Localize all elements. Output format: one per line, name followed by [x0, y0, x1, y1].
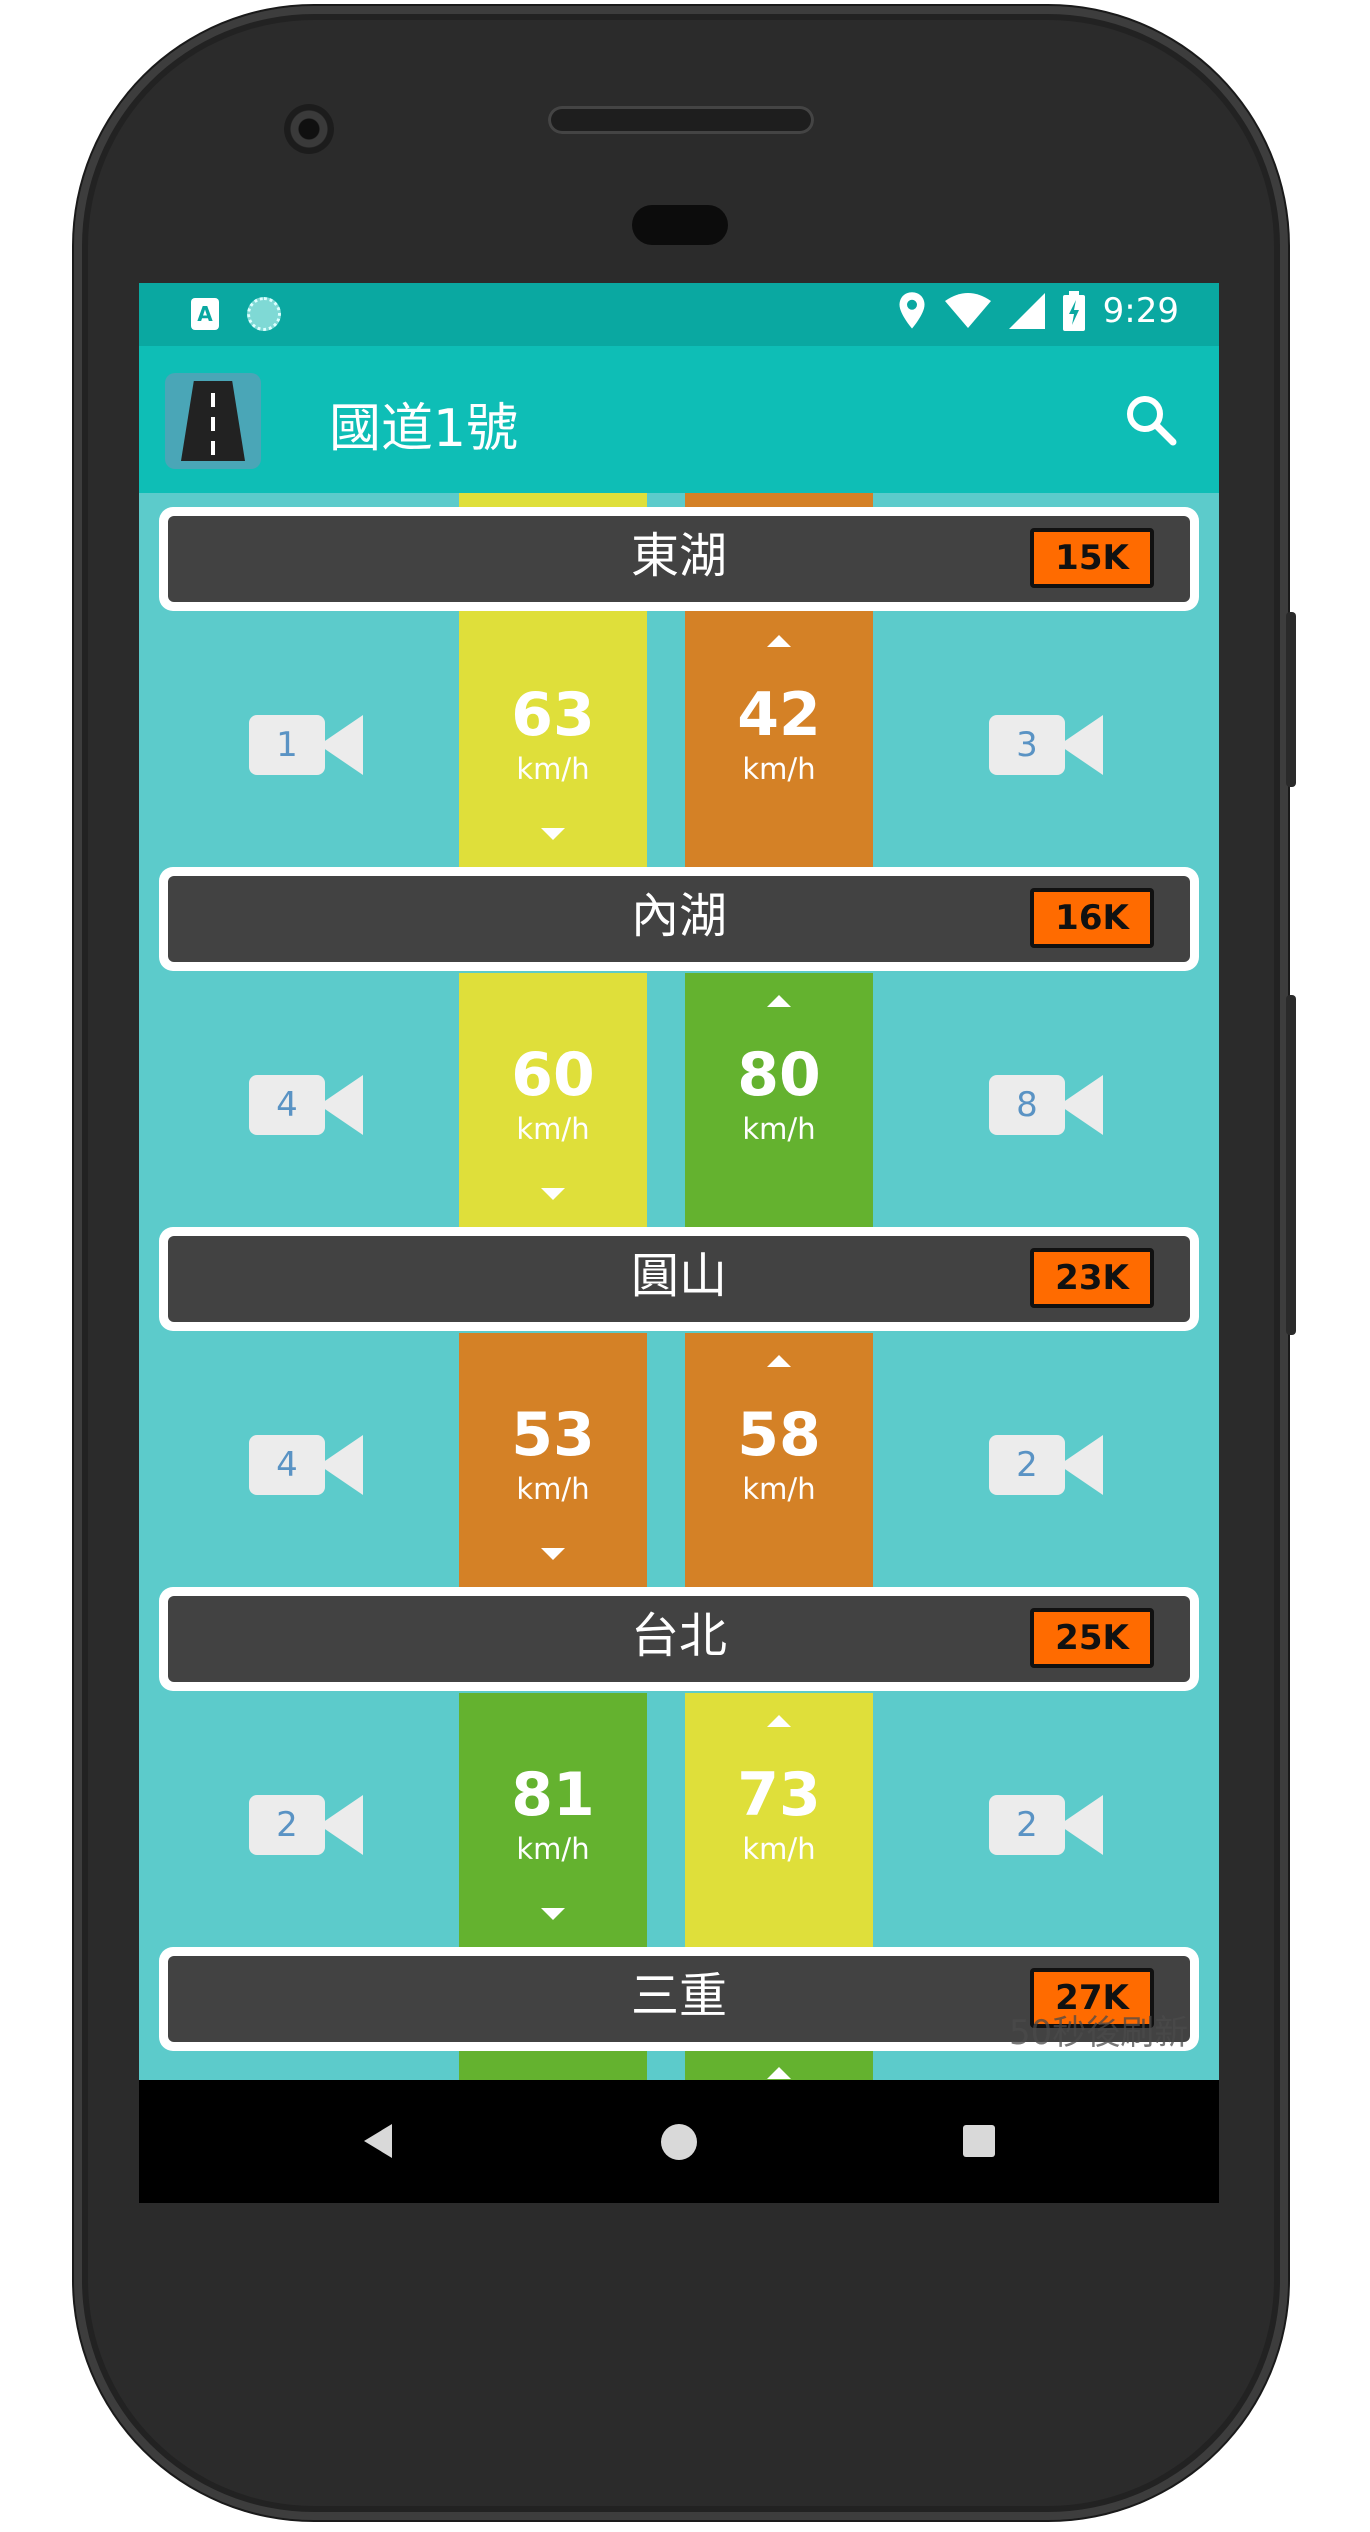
sync-icon — [247, 297, 281, 331]
speed-unit: km/h — [742, 1472, 816, 1506]
speed-value: 63 — [511, 680, 595, 750]
northbound-arrow — [767, 1715, 791, 1727]
segment-1-north-speed[interactable]: 42 km/h — [685, 681, 873, 789]
km-badge: 23K — [1030, 1248, 1154, 1308]
signal-icon — [1008, 293, 1045, 329]
speed-value: 58 — [737, 1400, 821, 1470]
speed-unit: km/h — [742, 1832, 816, 1866]
segment-3-right-camera-button[interactable]: 2 — [989, 1435, 1103, 1495]
segment-3-north-speed[interactable]: 58 km/h — [685, 1401, 873, 1509]
segment-3-south-speed[interactable]: 53 km/h — [459, 1401, 647, 1509]
camera-icon: 8 — [989, 1075, 1065, 1135]
station-row[interactable]: 東湖 15K — [159, 507, 1199, 611]
notification-icon: A — [191, 298, 219, 330]
northbound-arrow — [767, 1355, 791, 1367]
km-badge: 25K — [1030, 1608, 1154, 1668]
segment-1-right-camera-button[interactable]: 3 — [989, 715, 1103, 775]
speed-unit: km/h — [516, 1112, 590, 1146]
station-row[interactable]: 內湖 16K — [159, 867, 1199, 971]
segment-4-right-camera-button[interactable]: 2 — [989, 1795, 1103, 1855]
status-time: 9:29 — [1102, 291, 1179, 331]
back-icon[interactable] — [364, 2124, 392, 2158]
northbound-arrow — [767, 635, 791, 647]
speed-value: 42 — [737, 680, 821, 750]
camera-icon: 3 — [989, 715, 1065, 775]
location-icon — [899, 292, 925, 329]
wifi-icon — [944, 293, 991, 328]
segment-4-south-speed[interactable]: 81 km/h — [459, 1761, 647, 1869]
speed-unit: km/h — [742, 752, 816, 786]
volume-button — [1286, 995, 1296, 1335]
earpiece-speaker — [548, 106, 814, 134]
battery-icon — [1062, 291, 1085, 331]
speed-unit: km/h — [516, 1472, 590, 1506]
camera-icon: 1 — [249, 715, 325, 775]
segment-2-north-speed[interactable]: 80 km/h — [685, 1041, 873, 1149]
camera-icon: 4 — [249, 1075, 325, 1135]
speed-value: 60 — [511, 1040, 595, 1110]
northbound-arrow — [767, 995, 791, 1007]
speed-unit: km/h — [516, 752, 590, 786]
recent-apps-icon[interactable] — [963, 2125, 995, 2157]
camera-icon: 2 — [989, 1795, 1065, 1855]
segment-2-left-camera-button[interactable]: 4 — [249, 1075, 363, 1135]
app-bar: 國道1號 — [139, 346, 1219, 493]
segment-2-south-speed[interactable]: 60 km/h — [459, 1041, 647, 1149]
search-icon[interactable] — [1121, 390, 1181, 450]
segment-4-left-camera-button[interactable]: 2 — [249, 1795, 363, 1855]
station-row[interactable]: 台北 25K — [159, 1587, 1199, 1691]
segment-4-north-speed[interactable]: 73 km/h — [685, 1761, 873, 1869]
front-camera — [284, 104, 334, 154]
speed-value: 53 — [511, 1400, 595, 1470]
speed-value: 80 — [737, 1040, 821, 1110]
speed-value: 73 — [737, 1760, 821, 1830]
app-logo-icon[interactable] — [165, 373, 261, 469]
km-badge: 16K — [1030, 888, 1154, 948]
power-button — [1286, 612, 1296, 787]
refresh-countdown: 50秒後刷新 — [1009, 2013, 1189, 2053]
camera-icon: 2 — [989, 1435, 1065, 1495]
km-badge: 15K — [1030, 528, 1154, 588]
southbound-arrow — [541, 1908, 565, 1920]
speed-unit: km/h — [516, 1832, 590, 1866]
speed-unit: km/h — [742, 1112, 816, 1146]
home-icon[interactable] — [661, 2124, 697, 2160]
southbound-arrow — [541, 828, 565, 840]
southbound-arrow — [541, 1548, 565, 1560]
speed-value: 81 — [511, 1760, 595, 1830]
southbound-arrow — [541, 1188, 565, 1200]
camera-icon: 2 — [249, 1795, 325, 1855]
segment-1-south-speed[interactable]: 63 km/h — [459, 681, 647, 789]
screen: 63 km/h 42 km/h 1 3 60 km/h 80 km/h 4 8 … — [139, 283, 1219, 2203]
northbound-arrow — [767, 2067, 791, 2079]
navigation-bar — [139, 2080, 1219, 2203]
segment-3-left-camera-button[interactable]: 4 — [249, 1435, 363, 1495]
station-row[interactable]: 圓山 23K — [159, 1227, 1199, 1331]
proximity-sensor — [632, 205, 728, 245]
segment-1-left-camera-button[interactable]: 1 — [249, 715, 363, 775]
page-title: 國道1號 — [329, 399, 519, 459]
segment-2-right-camera-button[interactable]: 8 — [989, 1075, 1103, 1135]
status-bar: A 9:29 — [139, 283, 1219, 346]
camera-icon: 4 — [249, 1435, 325, 1495]
